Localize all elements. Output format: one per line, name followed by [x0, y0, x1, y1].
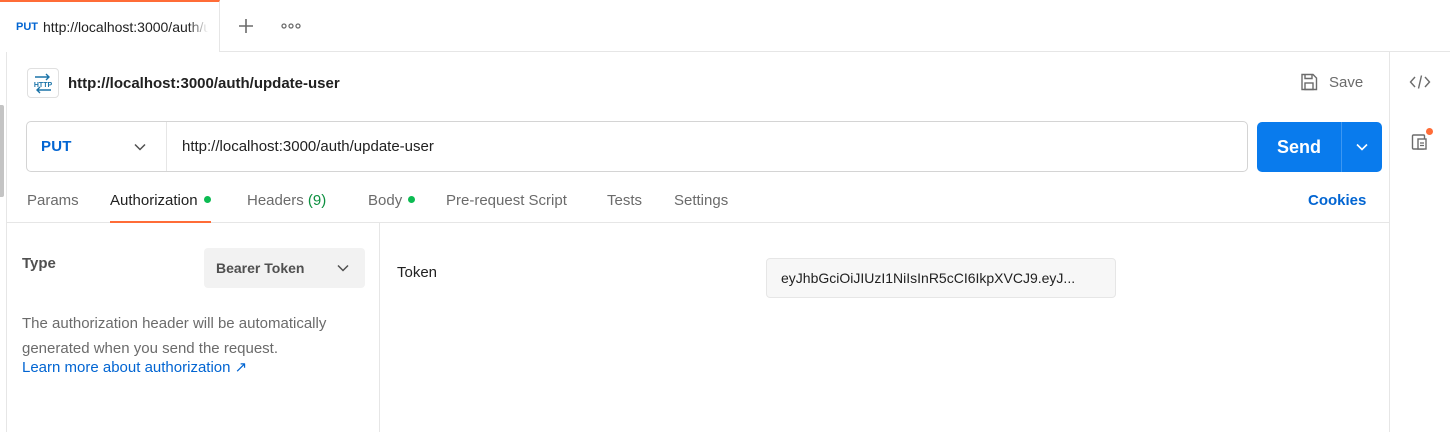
request-tabs: Params Authorization Headers (9) Body Pr… [7, 183, 1389, 223]
tab-label: Headers [247, 192, 304, 209]
save-button[interactable]: Save [1299, 70, 1363, 94]
request-header: HTTP http://localhost:3000/auth/update-u… [27, 68, 340, 98]
chevron-down-icon [134, 143, 146, 151]
tab-label: Authorization [110, 192, 198, 209]
tab-label: Body [368, 192, 403, 209]
tab-bar: PUT http://localhost:3000/auth/update-us… [0, 0, 1450, 52]
request-tab-method: PUT [16, 21, 38, 33]
right-sidebar [1390, 52, 1450, 432]
tab-pre-request-script[interactable]: Pre-request Script [446, 192, 567, 223]
request-title[interactable]: http://localhost:3000/auth/update-user [68, 75, 340, 92]
send-button-group: Send [1257, 122, 1382, 172]
status-dot [408, 196, 416, 203]
request-tab-url: http://localhost:3000/auth/update-user [43, 19, 208, 35]
token-value: eyJhbGciOiJIUzI1NiIsInR5cCI6IkpXVCJ9.eyJ… [781, 270, 1076, 286]
save-label: Save [1329, 73, 1364, 91]
token-input[interactable]: eyJhbGciOiJIUzI1NiIsInR5cCI6IkpXVCJ9.eyJ… [766, 258, 1116, 298]
method-label: PUT [41, 138, 72, 155]
tab-params[interactable]: Params [27, 192, 79, 223]
auth-type-value: Bearer Token [216, 260, 305, 276]
auth-description: The authorization header will be automat… [22, 315, 327, 357]
url-input[interactable] [167, 122, 1247, 171]
token-label: Token [397, 264, 438, 281]
code-icon[interactable] [1408, 70, 1432, 94]
tab-authorization[interactable]: Authorization [110, 192, 211, 223]
url-bar: PUT [26, 121, 1248, 172]
cookies-link[interactable]: Cookies [1308, 192, 1366, 209]
tab-headers[interactable]: Headers (9) [247, 192, 326, 223]
send-button[interactable]: Send [1257, 122, 1342, 172]
request-panel: HTTP http://localhost:3000/auth/update-u… [6, 52, 1390, 432]
type-label: Type [22, 255, 56, 272]
send-options-button[interactable] [1342, 122, 1382, 172]
tab-settings[interactable]: Settings [674, 192, 728, 223]
http-icon-text: HTTP [34, 82, 53, 89]
documentation-icon[interactable] [1408, 127, 1434, 154]
method-select[interactable]: PUT [27, 122, 167, 171]
tab-label: Pre-request Script [446, 192, 567, 209]
headers-count: (9) [307, 192, 327, 209]
http-icon: HTTP [27, 68, 59, 98]
auth-type-panel: Type Bearer Token The authorization head… [7, 223, 380, 432]
tab-tests[interactable]: Tests [607, 192, 642, 223]
status-dot [203, 196, 211, 203]
chevron-down-icon [1356, 143, 1368, 151]
tab-label: Tests [607, 192, 643, 209]
tab-label: Params [27, 192, 79, 209]
request-tab[interactable]: PUT http://localhost:3000/auth/update-us… [0, 0, 220, 52]
scrollbar[interactable] [0, 105, 4, 197]
chevron-down-icon [337, 264, 349, 272]
tab-body[interactable]: Body [368, 192, 416, 223]
plus-icon[interactable] [234, 14, 258, 38]
auth-type-select[interactable]: Bearer Token [204, 248, 365, 288]
notification-badge [1425, 127, 1434, 136]
ellipsis-icon[interactable] [279, 14, 303, 38]
save-icon [1301, 73, 1318, 91]
learn-more-link[interactable]: Learn more about authorization ↗ [22, 358, 247, 376]
tab-label: Settings [674, 192, 729, 209]
